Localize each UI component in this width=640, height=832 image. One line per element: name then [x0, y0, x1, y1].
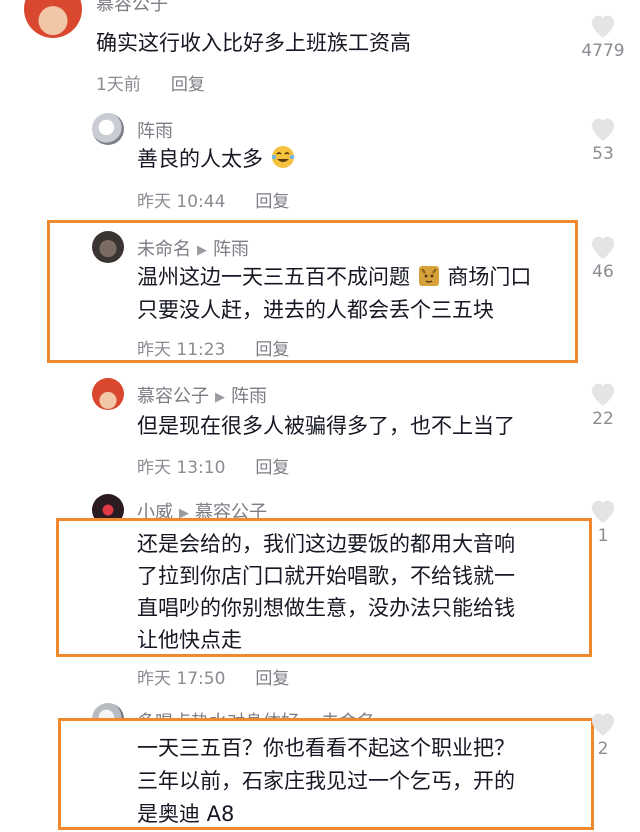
comment-time: 1天前: [96, 75, 141, 95]
comment-text: 只要没人赶，进去的人都会丢个三五块: [137, 298, 494, 322]
comment-text: 确实这行收入比好多上班族工资高: [96, 31, 411, 55]
comment-text: 直唱吵的你别想做生意，没办法只能给钱: [137, 596, 515, 620]
avatar[interactable]: [92, 231, 124, 263]
comment-text: 一天三五百？你也看看不起这个职业把？: [137, 736, 515, 760]
reply-button[interactable]: 回复: [171, 75, 205, 95]
like-count: 1: [597, 526, 609, 546]
comment-text-line: 商场门口: [447, 265, 532, 289]
comment-text: 让他快点走: [137, 628, 242, 652]
comment-text: 善良的人太多: [137, 143, 296, 175]
comment-text-line: 温州这边一天三五百不成问题: [137, 265, 410, 289]
comment-time: 昨天 17:50: [137, 669, 226, 689]
avatar[interactable]: [24, 0, 82, 38]
comment-meta: 1天前 回复: [96, 70, 205, 95]
comment-author: 慕容公子 ▶ 阵雨: [137, 382, 267, 408]
comment-meta: 昨天 17:50 回复: [137, 664, 289, 689]
comment-text-content: 善良的人太多: [137, 147, 263, 171]
comment-time: 昨天 10:44: [137, 192, 226, 212]
heart-icon: [591, 383, 615, 406]
reply-button[interactable]: 回复: [255, 192, 289, 212]
comment-text: 温州这边一天三五百不成问题 商场门口: [137, 261, 531, 293]
heart-icon: [591, 118, 615, 141]
like-button[interactable]: 4779: [573, 12, 633, 61]
comment-text: 还是会给的，我们这边要饭的都用大音响: [137, 532, 515, 556]
heart-icon: [591, 713, 615, 736]
comment-author-name[interactable]: 未命名: [137, 239, 191, 260]
comment-time: 昨天 13:10: [137, 458, 226, 478]
like-button[interactable]: 46: [573, 233, 633, 282]
like-button[interactable]: 53: [573, 115, 633, 164]
comment-author: 未命名 ▶ 阵雨: [137, 235, 249, 261]
triangle-right-icon: ▶: [215, 390, 225, 405]
comment-author-name[interactable]: 慕容公子: [137, 386, 209, 407]
like-button[interactable]: 1: [573, 497, 633, 546]
comment-text: 三年以前，石家庄我见过一个乞丐，开的: [137, 769, 515, 793]
cat-emoji-icon: [418, 266, 439, 286]
heart-icon: [591, 236, 615, 259]
like-count: 46: [592, 262, 614, 282]
heart-icon: [591, 500, 615, 523]
like-button[interactable]: 22: [573, 380, 633, 429]
comment-meta: 昨天 10:44 回复: [137, 187, 289, 212]
comment-author[interactable]: 阵雨: [137, 117, 173, 143]
comment-text: 是奥迪 A8: [137, 802, 235, 826]
like-count: 53: [592, 144, 614, 164]
avatar[interactable]: [92, 113, 124, 145]
comment-meta: 昨天 13:10 回复: [137, 453, 289, 478]
reply-button[interactable]: 回复: [255, 458, 289, 478]
crying-laughing-emoji-icon: [271, 146, 294, 168]
comment-meta: 昨天 11:23 回复: [137, 335, 289, 360]
comment-text: 但是现在很多人被骗得多了，也不上当了: [137, 414, 515, 438]
comment-author[interactable]: 慕容公子: [96, 0, 168, 16]
like-button[interactable]: 2: [573, 710, 633, 759]
reply-button[interactable]: 回复: [255, 669, 289, 689]
like-count: 2: [597, 739, 609, 759]
like-count: 22: [592, 409, 614, 429]
heart-icon: [591, 15, 615, 38]
reply-to-name[interactable]: 阵雨: [231, 386, 267, 407]
reply-button[interactable]: 回复: [255, 340, 289, 360]
comment-text: 了拉到你店门口就开始唱歌，不给钱就一: [137, 564, 515, 588]
triangle-right-icon: ▶: [197, 243, 207, 258]
comment-time: 昨天 11:23: [137, 340, 226, 360]
avatar[interactable]: [92, 378, 124, 410]
like-count: 4779: [581, 41, 625, 61]
reply-to-name[interactable]: 阵雨: [213, 239, 249, 260]
